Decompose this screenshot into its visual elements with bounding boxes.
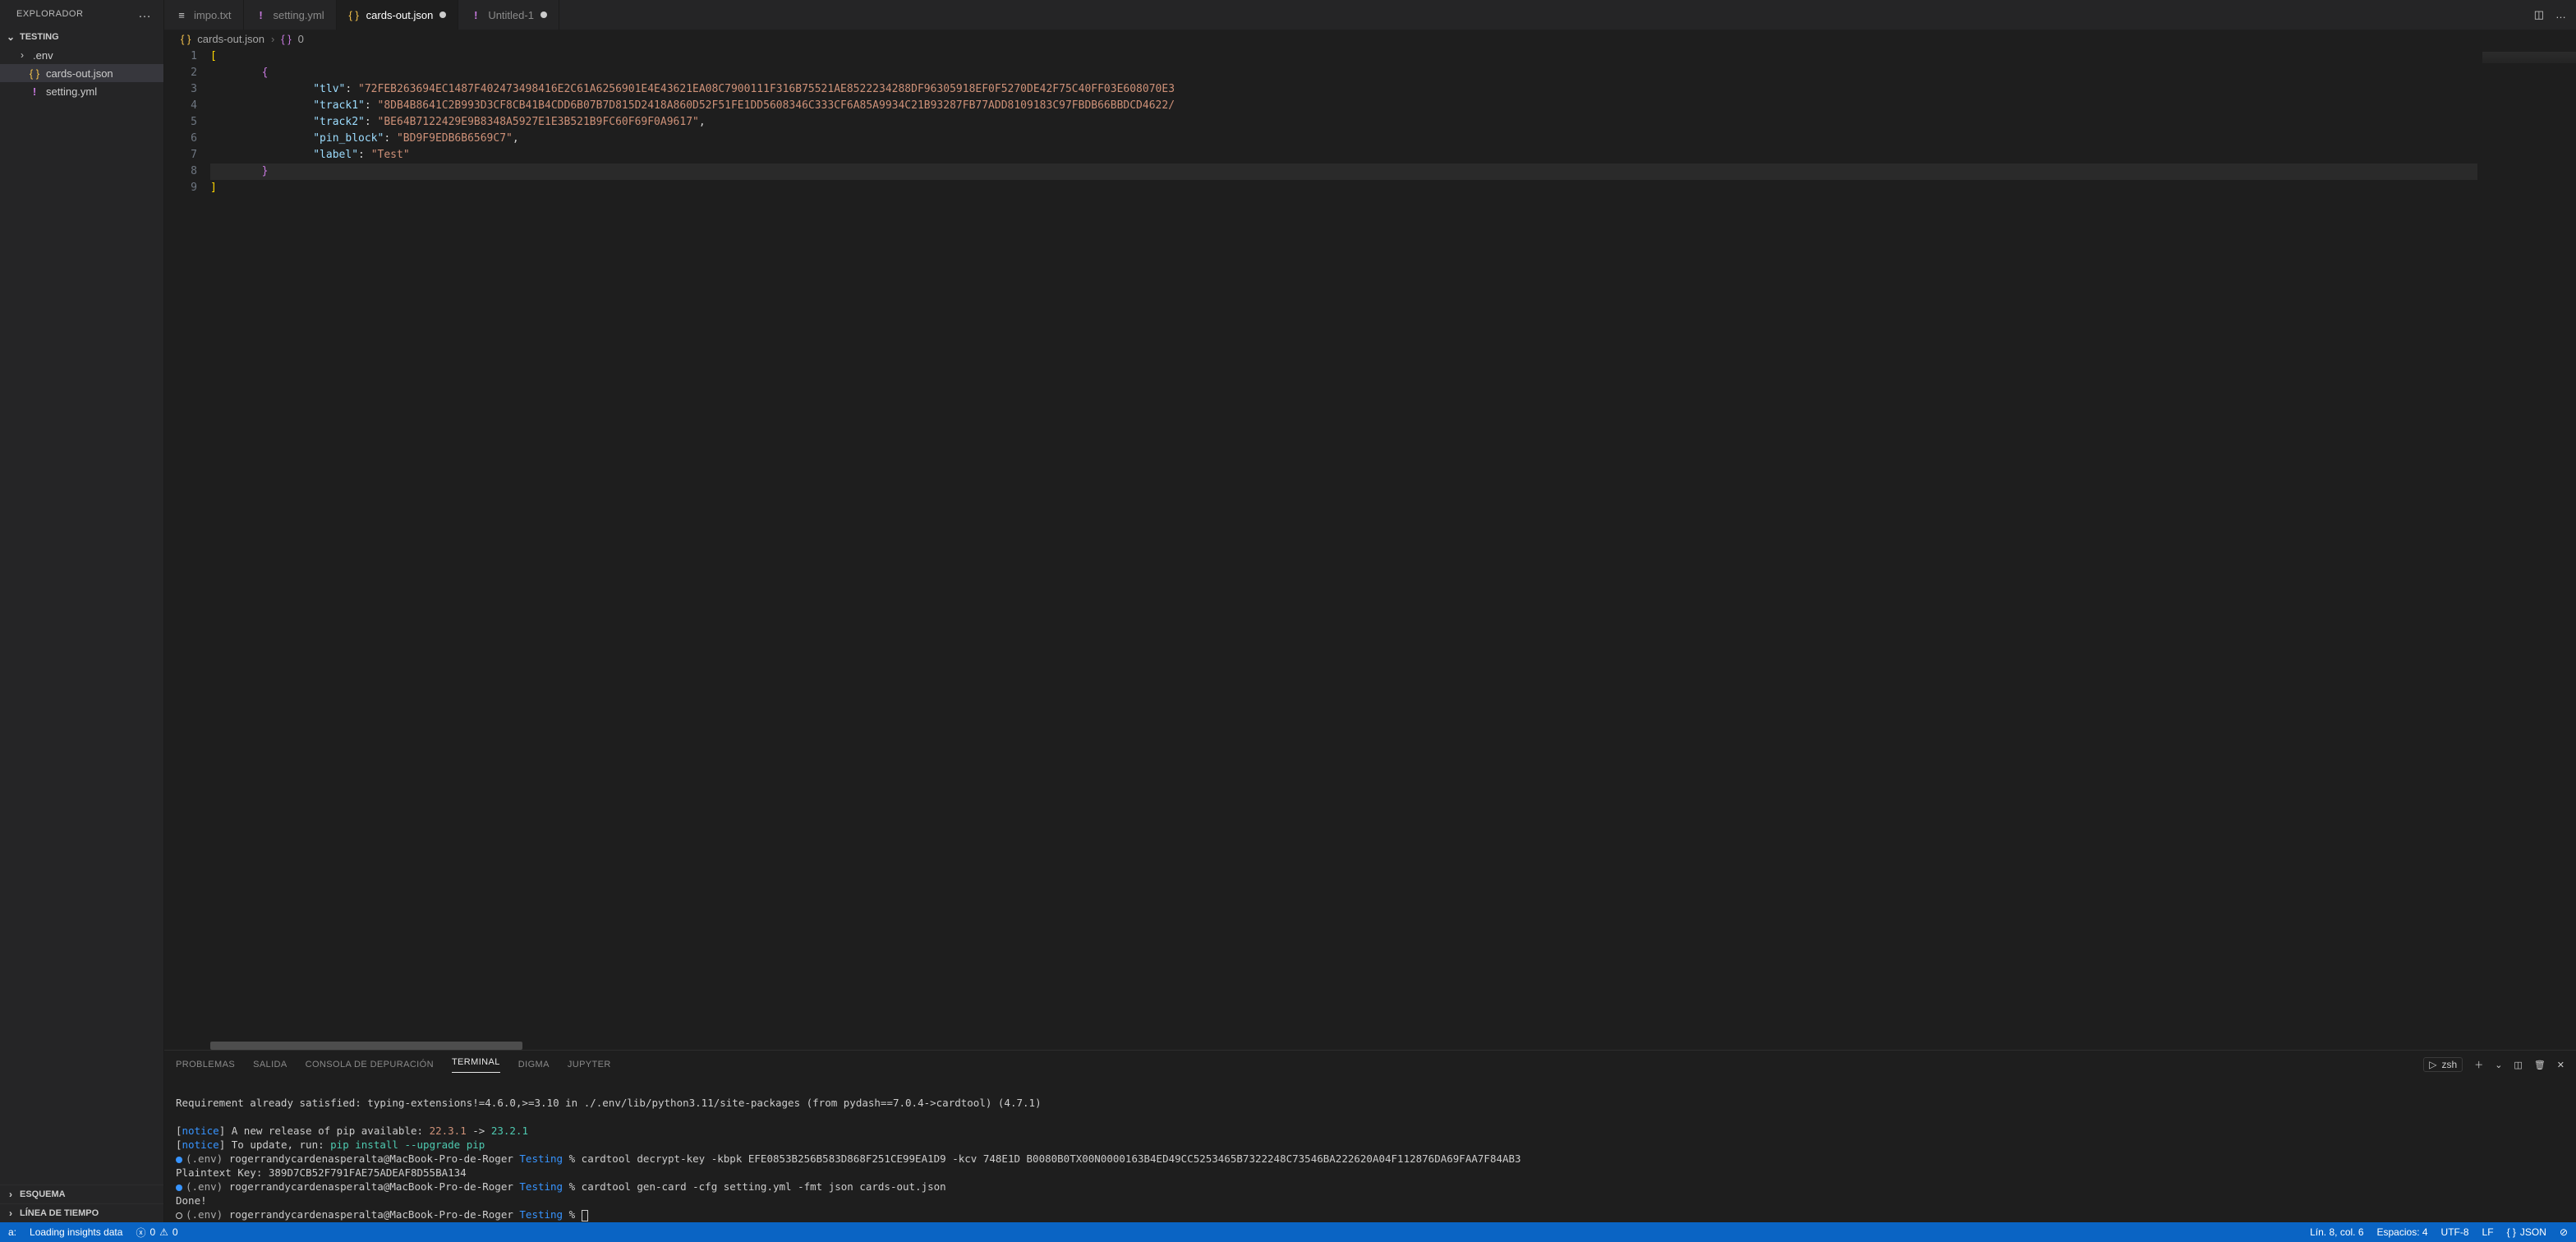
status-indent[interactable]: Espacios: 4 [2377, 1226, 2428, 1238]
object-icon: { } [281, 33, 291, 45]
trash-icon[interactable]: 🗑 [2534, 1060, 2546, 1070]
editor-pane: ≡ impo.txt! setting.yml { } cards-out.json! U… [164, 0, 2576, 1222]
terminal-output[interactable]: Requirement already satisfied: typing-ex… [164, 1079, 2576, 1222]
dirty-indicator-icon [540, 12, 547, 18]
code-line[interactable]: "track1": "8DB4B8641C2B993D3CF8CB41B4CDD… [210, 98, 2477, 114]
yaml-icon: ! [470, 9, 481, 21]
bottom-panel: PROBLEMAS SALIDA CONSOLA DE DEPURACIÓN TERM… [164, 1050, 2576, 1222]
breadcrumb-symbol: 0 [298, 33, 304, 45]
code-line[interactable]: "track2": "BE64B7122429E9B8348A5927E1E3B… [210, 114, 2477, 131]
breadcrumb-file: cards-out.json [197, 33, 264, 45]
terminal-shell-selector[interactable]: ▷ zsh [2423, 1057, 2463, 1072]
breadcrumb[interactable]: { } cards-out.json › { } 0 [164, 30, 2576, 48]
chevron-right-icon: › [271, 33, 274, 45]
prompt-dot-icon [176, 1157, 182, 1163]
close-panel-icon[interactable]: ✕ [2557, 1060, 2564, 1070]
split-editor-icon[interactable]: ◫ [2534, 8, 2544, 21]
tree-item-label: setting.yml [46, 85, 97, 98]
panel-tab-terminal[interactable]: TERMINAL [452, 1057, 500, 1073]
explorer-sidebar: EXPLORADOR … ⌄ TESTING › .env { } cards-out… [0, 0, 164, 1222]
prompt-dot-icon [176, 1212, 182, 1219]
editor-tabs: ≡ impo.txt! setting.yml { } cards-out.json! U… [164, 0, 2576, 30]
code-line[interactable]: ] [210, 180, 2477, 196]
file-tree: › .env { } cards-out.json! setting.yml [0, 46, 163, 1184]
tab-setting-yml[interactable]: ! setting.yml [244, 0, 337, 30]
error-icon: ⓧ [136, 1226, 145, 1240]
code-line[interactable]: } [210, 163, 2477, 180]
code-line[interactable]: { [210, 65, 2477, 81]
section-esquema[interactable]: ›ESQUEMA [0, 1184, 163, 1203]
chevron-down-icon: ⌄ [5, 31, 16, 43]
code-line[interactable]: "tlv": "72FEB263694EC1487F402473498416E2… [210, 81, 2477, 98]
dirty-indicator-icon [439, 12, 446, 18]
tab-impo-txt[interactable]: ≡ impo.txt [164, 0, 244, 30]
terminal-cursor [582, 1210, 588, 1221]
panel-tab-problemas[interactable]: PROBLEMAS [176, 1060, 235, 1070]
minimap[interactable] [2477, 48, 2576, 1042]
tree-item-label: cards-out.json [46, 67, 113, 80]
chevron-down-icon[interactable]: ⌄ [2495, 1060, 2502, 1070]
yaml-icon: ! [255, 9, 267, 21]
panel-tab-jupyter[interactable]: JUPYTER [568, 1060, 611, 1070]
status-loading[interactable]: Loading insights data [30, 1226, 122, 1238]
chevron-right-icon: › [16, 49, 28, 61]
tab-label: Untitled-1 [488, 9, 534, 21]
tab-label: impo.txt [194, 9, 232, 21]
new-terminal-icon[interactable]: ＋ [2474, 1058, 2483, 1071]
status-encoding[interactable]: UTF-8 [2441, 1226, 2469, 1238]
explorer-more-icon[interactable]: … [138, 7, 152, 21]
tree-item-setting-yml[interactable]: ! setting.yml [0, 82, 163, 100]
status-bar: a: Loading insights data ⓧ0 ⚠0 Lín. 8, c… [0, 1222, 2576, 1242]
status-language[interactable]: { } JSON [2507, 1226, 2546, 1238]
tab-label: cards-out.json [366, 9, 434, 21]
panel-tab-salida[interactable]: SALIDA [253, 1060, 288, 1070]
status-eol[interactable]: LF [2482, 1226, 2494, 1238]
status-left-label[interactable]: a: [8, 1226, 16, 1238]
terminal-icon: ▷ [2429, 1059, 2436, 1070]
warning-icon: ⚠ [159, 1226, 168, 1238]
more-actions-icon[interactable]: … [2555, 8, 2566, 21]
chevron-right-icon: › [5, 1208, 16, 1219]
tab-cards-out-json[interactable]: { } cards-out.json [337, 0, 459, 30]
json-icon: { } [348, 9, 360, 21]
code-editor[interactable]: 123456789 [ { "tlv": "72FEB263694EC1487F… [164, 48, 2576, 1042]
chevron-right-icon: › [5, 1189, 16, 1200]
code-line[interactable]: "pin_block": "BD9F9EDB6B6569C7", [210, 131, 2477, 147]
tab-label: setting.yml [274, 9, 324, 21]
tab-Untitled-1[interactable]: ! Untitled-1 [458, 0, 559, 30]
code-line[interactable]: "label": "Test" [210, 147, 2477, 163]
panel-tab-consola-de-depuración[interactable]: CONSOLA DE DEPURACIÓN [306, 1060, 434, 1070]
json-icon: { } [181, 33, 191, 45]
tree-item--env[interactable]: › .env [0, 46, 163, 64]
yaml-icon: ! [28, 85, 41, 98]
section-línea-de-tiempo[interactable]: ›LÍNEA DE TIEMPO [0, 1203, 163, 1222]
code-line[interactable]: [ [210, 48, 2477, 65]
workspace-folder[interactable]: ⌄ TESTING [0, 28, 163, 46]
split-terminal-icon[interactable]: ◫ [2514, 1060, 2522, 1070]
panel-tab-digma[interactable]: DIGMA [518, 1060, 550, 1070]
txt-icon: ≡ [176, 9, 187, 21]
feedback-icon[interactable]: ⊘ [2560, 1226, 2568, 1238]
horizontal-scrollbar[interactable] [164, 1042, 2576, 1050]
explorer-title: EXPLORADOR [16, 9, 83, 19]
prompt-dot-icon [176, 1184, 182, 1191]
status-problems[interactable]: ⓧ0 ⚠0 [136, 1226, 177, 1240]
workspace-name: TESTING [20, 32, 59, 42]
status-cursor-pos[interactable]: Lín. 8, col. 6 [2310, 1226, 2363, 1238]
json-icon: { } [28, 67, 41, 80]
tree-item-cards-out-json[interactable]: { } cards-out.json [0, 64, 163, 82]
tree-item-label: .env [33, 49, 53, 62]
